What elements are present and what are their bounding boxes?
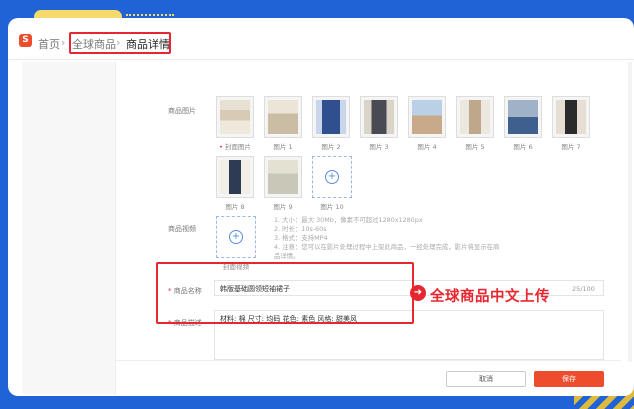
video-hint-2: 2. 时长：10s-60s	[274, 225, 327, 233]
breadcrumb: S 首页 › 全球商品 › 商品详情	[8, 18, 634, 60]
video-hint-1: 1. 大小：最大 30Mb，像素不可超过1280x1280px	[274, 216, 423, 224]
product-image-8[interactable]	[216, 156, 254, 198]
image-caption: 图片 1	[273, 143, 293, 151]
cancel-button[interactable]: 取消	[446, 371, 526, 387]
image-caption: 图片 10	[320, 203, 344, 211]
breadcrumb-home[interactable]: 首页	[38, 36, 60, 52]
video-hint-3: 3. 格式：支持MP4	[274, 234, 328, 242]
video-label: 商品视频	[168, 225, 196, 233]
product-image-3[interactable]	[360, 96, 398, 138]
highlight-box-fields	[156, 262, 414, 324]
image-caption: 图片 9	[273, 203, 293, 211]
add-video-button[interactable]: +	[216, 216, 256, 258]
app-window: S 首页 › 全球商品 › 商品详情 商品图片 • 封面图片 图片 1 图片 2…	[8, 18, 634, 396]
image-caption: 图片 2	[321, 143, 341, 151]
image-caption: 图片 5	[465, 143, 485, 151]
image-caption: 图片 8	[225, 203, 245, 211]
image-caption-cover: • 封面图片	[219, 143, 251, 151]
product-image-cover[interactable]	[216, 96, 254, 138]
form-footer: 取消 保存	[116, 360, 621, 396]
image-caption: 图片 7	[561, 143, 581, 151]
arrow-right-icon: ➜	[410, 285, 426, 301]
image-caption: 图片 3	[369, 143, 389, 151]
product-image-7[interactable]	[552, 96, 590, 138]
name-char-counter: 25/100	[572, 285, 595, 293]
add-icon: +	[229, 230, 243, 244]
product-image-9[interactable]	[264, 156, 302, 198]
callout-annotation: 全球商品中文上传	[430, 289, 550, 305]
add-image-button[interactable]: +	[312, 156, 352, 198]
images-label: 商品图片	[168, 107, 196, 115]
shop-logo-icon[interactable]: S	[19, 34, 32, 47]
sidebar	[22, 62, 116, 394]
scrollbar[interactable]	[628, 62, 632, 362]
product-image-4[interactable]	[408, 96, 446, 138]
product-image-2[interactable]	[312, 96, 350, 138]
video-hint-5: 品详情。	[274, 252, 300, 260]
product-image-6[interactable]	[504, 96, 542, 138]
highlight-box-breadcrumb	[69, 32, 171, 54]
save-button[interactable]: 保存	[534, 371, 604, 387]
image-caption: 图片 4	[417, 143, 437, 151]
add-icon: +	[325, 170, 339, 184]
image-caption: 图片 6	[513, 143, 533, 151]
video-hint-4: 4. 注意：您可以在影片处理过程中上架此商品，一经处理完成，影片将显示在商	[274, 243, 500, 251]
breadcrumb-separator: ›	[61, 36, 66, 49]
product-image-1[interactable]	[264, 96, 302, 138]
product-image-5[interactable]	[456, 96, 494, 138]
